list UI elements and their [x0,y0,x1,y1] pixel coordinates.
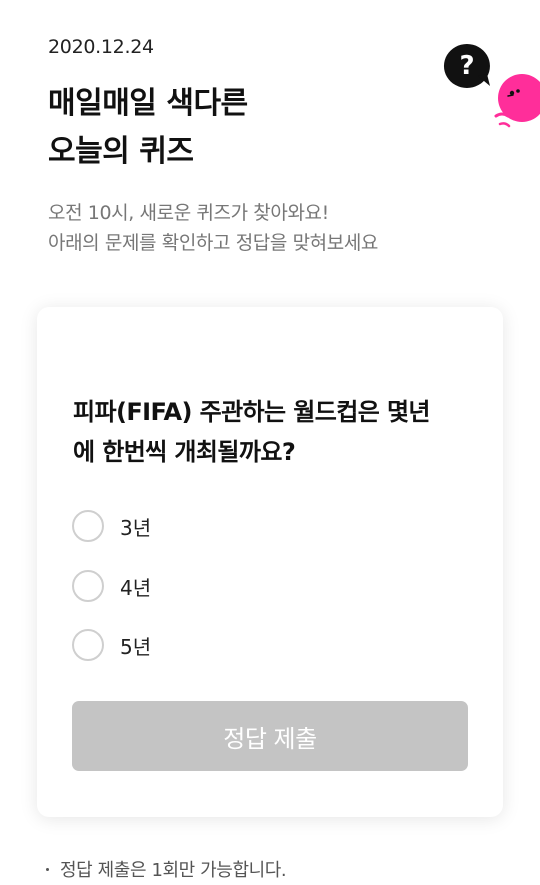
answer-option-5-years[interactable]: 5년 [72,627,151,663]
answer-option-label: 3년 [120,515,152,540]
question-line-2: 에 한번씩 개최될까요? [73,438,296,466]
question-line-1: 피파(FIFA) 주관하는 월드컵은 몇년 [73,398,431,426]
answer-option-label: 4년 [120,575,152,600]
bullet-icon [46,867,49,871]
page-description: 오전 10시, 새로운 퀴즈가 찾아와요! 아래의 문제를 확인하고 정답을 맞… [48,198,378,258]
submission-note: 정답 제출은 1회만 가능합니다. [46,856,287,882]
question-bubble-icon: ? [443,44,490,88]
answer-option-3-years[interactable]: 3년 [72,508,151,544]
quiz-mascot-illustration: ? [443,44,540,128]
radio-button[interactable] [72,570,104,602]
submit-answer-button[interactable]: 정답 제출 [72,701,468,771]
answer-option-label: 5년 [120,634,152,659]
quiz-card: 피파(FIFA) 주관하는 월드컵은 몇년 에 한번씩 개최될까요? 3년 4년… [37,307,503,817]
bubble-text: ? [459,51,474,81]
radio-button[interactable] [72,510,104,542]
title-line-2: 오늘의 퀴즈 [48,134,194,169]
description-line-2: 아래의 문제를 확인하고 정답을 맞혀보세요 [48,232,378,254]
radio-button[interactable] [72,629,104,661]
answer-option-4-years[interactable]: 4년 [72,568,151,604]
quiz-date: 2020.12.24 [48,36,154,58]
submission-note-text: 정답 제출은 1회만 가능합니다. [60,860,287,881]
title-line-1: 매일매일 색다른 [48,86,248,121]
quiz-question: 피파(FIFA) 주관하는 월드컵은 몇년 에 한번씩 개최될까요? [73,392,473,472]
description-line-1: 오전 10시, 새로운 퀴즈가 찾아와요! [48,202,329,224]
page-title: 매일매일 색다른 오늘의 퀴즈 [48,80,248,176]
mascot-character-icon [494,74,540,128]
